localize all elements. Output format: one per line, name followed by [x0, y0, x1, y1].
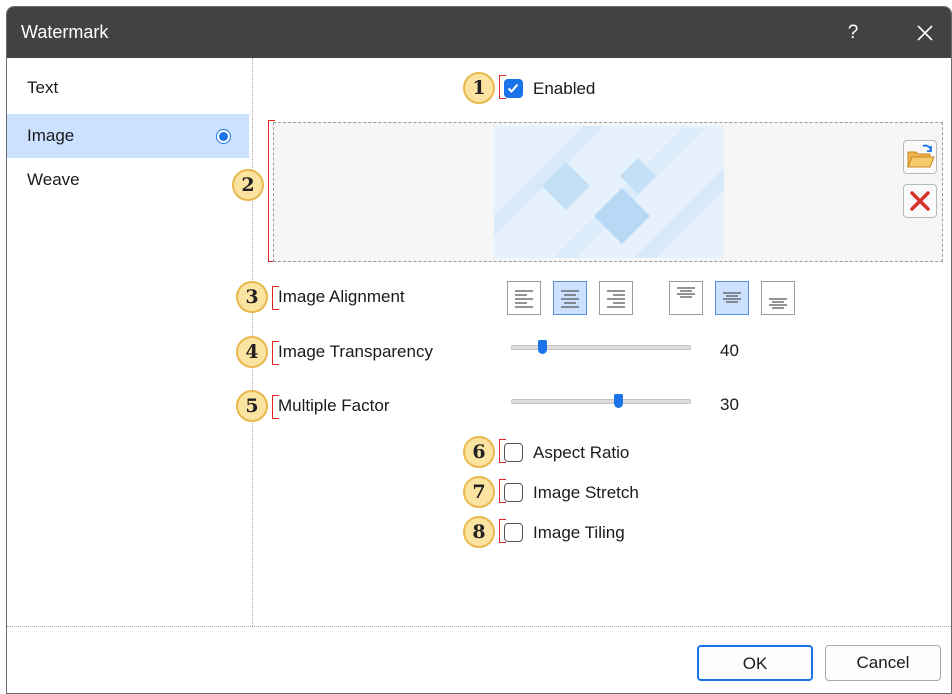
open-image-button[interactable] — [903, 140, 937, 174]
align-center-button[interactable] — [553, 281, 587, 315]
close-icon — [917, 25, 933, 41]
image-stretch-checkbox[interactable] — [504, 483, 523, 502]
watermark-image — [494, 126, 724, 258]
sidebar-item-label: Text — [27, 78, 59, 97]
checkmark-icon — [507, 83, 519, 93]
footer-divider — [7, 626, 951, 627]
delete-icon — [910, 191, 930, 211]
sidebar-item-label: Image — [27, 126, 75, 145]
align-left-icon — [515, 290, 533, 308]
selected-indicator-dot — [217, 130, 230, 143]
image-tiling-label: Image Tiling — [533, 523, 625, 542]
ok-button[interactable]: OK — [697, 645, 813, 681]
slider-thumb[interactable] — [614, 394, 624, 408]
help-button[interactable]: ? — [839, 19, 867, 47]
title-bar: Watermark ? — [7, 7, 951, 58]
image-tiling-checkbox[interactable] — [504, 523, 523, 542]
enabled-checkbox[interactable] — [504, 79, 523, 98]
image-alignment-label: Image Alignment — [278, 287, 405, 306]
align-bottom-button[interactable] — [761, 281, 795, 315]
callout-badge-3: 3 — [236, 281, 268, 313]
callout-badge-6: 6 — [463, 436, 495, 468]
callout-badge-7: 7 — [463, 476, 495, 508]
watermark-dialog: Watermark ? Text Image Weave 1 Enabled 2 — [6, 6, 952, 694]
align-middle-button[interactable] — [715, 281, 749, 315]
multiple-factor-value: 30 — [720, 395, 739, 414]
align-middle-icon — [723, 292, 741, 303]
sidebar-item-image[interactable]: Image — [7, 114, 249, 158]
aspect-ratio-checkbox[interactable] — [504, 443, 523, 462]
align-left-button[interactable] — [507, 281, 541, 315]
slider-thumb[interactable] — [537, 340, 547, 354]
image-preview-area[interactable] — [273, 122, 943, 262]
remove-image-button[interactable] — [903, 184, 937, 218]
callout-badge-1: 1 — [463, 72, 495, 104]
image-transparency-slider[interactable] — [511, 340, 691, 354]
callout-badge-8: 8 — [463, 516, 495, 548]
align-right-icon — [607, 290, 625, 308]
enabled-label: Enabled — [533, 79, 596, 98]
aspect-ratio-label: Aspect Ratio — [533, 443, 630, 462]
image-transparency-value: 40 — [720, 341, 739, 360]
align-center-icon — [561, 290, 579, 308]
align-top-button[interactable] — [669, 281, 703, 315]
folder-open-icon — [907, 144, 935, 168]
watermark-image-preview — [494, 126, 724, 258]
align-top-icon — [677, 287, 695, 298]
image-transparency-label: Image Transparency — [278, 342, 433, 361]
image-stretch-label: Image Stretch — [533, 483, 639, 502]
sidebar-item-label: Weave — [27, 170, 80, 189]
cancel-button[interactable]: Cancel — [825, 645, 941, 681]
sidebar: Text Image Weave — [7, 58, 253, 626]
multiple-factor-slider[interactable] — [511, 394, 691, 408]
close-button[interactable] — [911, 19, 939, 47]
align-bottom-icon — [769, 298, 787, 309]
sidebar-item-weave[interactable]: Weave — [7, 158, 249, 202]
callout-badge-4: 4 — [236, 336, 268, 368]
align-right-button[interactable] — [599, 281, 633, 315]
callout-badge-5: 5 — [236, 390, 268, 422]
dialog-title: Watermark — [21, 22, 109, 42]
sidebar-item-text[interactable]: Text — [7, 66, 249, 110]
multiple-factor-label: Multiple Factor — [278, 396, 390, 415]
callout-badge-2: 2 — [232, 169, 264, 201]
